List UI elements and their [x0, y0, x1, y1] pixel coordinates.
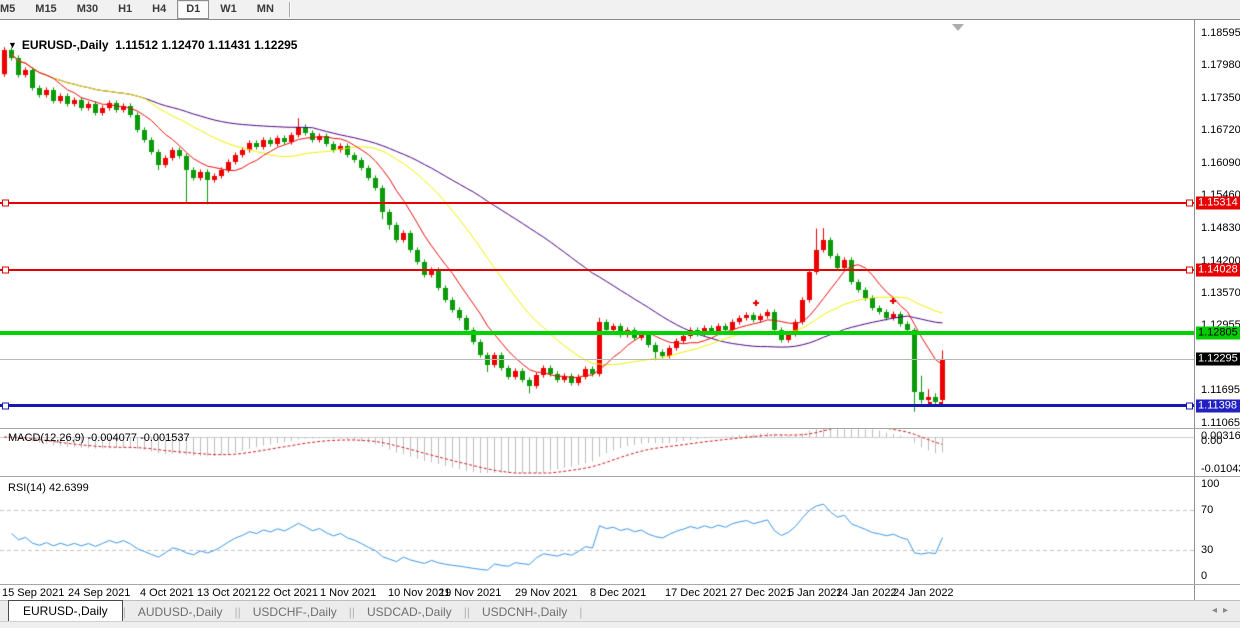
hline-support-green[interactable]: [0, 331, 1194, 335]
tab-separator: |: [579, 605, 582, 622]
price-chart-canvas[interactable]: [0, 20, 1194, 600]
price-axis-label: 1.17980: [1201, 59, 1240, 71]
indicator-axis-label: 70: [1201, 504, 1213, 516]
timeframe-h1-button[interactable]: H1: [109, 0, 141, 19]
date-label: 4 Oct 2021: [140, 587, 194, 599]
symbol-dropdown-icon[interactable]: ▼: [8, 40, 17, 50]
chart-symbol-title: ▼ EURUSD-,Daily 1.11512 1.12470 1.11431 1…: [8, 38, 297, 52]
indicator-axis-label: 100: [1201, 478, 1219, 490]
price-axis-label: 1.16090: [1201, 157, 1240, 169]
tab-usdcaddaily[interactable]: USDCAD-,Daily: [355, 603, 464, 622]
pane-divider-rsi[interactable]: [0, 476, 1240, 477]
symbol-tabs-bar: EURUSD-,Daily|AUDUSD-,Daily||USDCHF-,Dai…: [0, 600, 1240, 622]
timeframe-m30-button[interactable]: M30: [68, 0, 107, 19]
date-label: 5 Jan 2022: [788, 587, 842, 599]
date-axis-divider: [0, 584, 1240, 585]
line-edge-marker[interactable]: [2, 266, 9, 273]
date-label: 15 Sep 2021: [2, 587, 64, 599]
date-label: 13 Oct 2021: [197, 587, 257, 599]
price-axis-label: 1.17350: [1201, 92, 1240, 104]
timeframe-m5-button[interactable]: M5: [0, 0, 24, 19]
tab-audusddaily[interactable]: AUDUSD-,Daily: [126, 603, 235, 622]
macd-indicator-label: MACD(12,26,9) -0.004077 -0.001537: [8, 432, 190, 444]
indicator-axis-label: 0.00: [1201, 435, 1222, 447]
symbol-name: EURUSD-,Daily: [22, 38, 109, 52]
chart-shift-marker-icon[interactable]: [952, 24, 964, 31]
timeframe-h4-button[interactable]: H4: [143, 0, 175, 19]
toolbar-separator: [289, 2, 291, 17]
price-axis-label: 1.11065: [1201, 417, 1240, 429]
price-axis-label: 1.11695: [1201, 384, 1240, 396]
price-axis-separator: [1194, 20, 1195, 600]
date-label: 29 Nov 2021: [515, 587, 577, 599]
price-badge-resistance-upper: 1.15314: [1196, 196, 1240, 209]
date-label: 24 Sep 2021: [68, 587, 130, 599]
hline-support-navy[interactable]: [0, 404, 1194, 407]
pane-divider-macd[interactable]: [0, 428, 1240, 429]
current-price-line: [0, 359, 1194, 360]
tab-usdchfdaily[interactable]: USDCHF-,Daily: [241, 603, 349, 622]
date-label: 24 Jan 2022: [893, 587, 954, 599]
price-badge-resistance-mid: 1.14028: [1196, 263, 1240, 276]
indicator-axis-label: 30: [1201, 544, 1213, 556]
tab-usdcnhdaily[interactable]: USDCNH-,Daily: [470, 603, 579, 622]
tab-eurusddaily[interactable]: EURUSD-,Daily: [8, 600, 123, 622]
price-badge-support-green: 1.12805: [1196, 326, 1240, 339]
date-label: 22 Oct 2021: [258, 587, 318, 599]
line-edge-marker[interactable]: [2, 199, 9, 206]
status-strip: [0, 621, 1240, 628]
line-edge-marker[interactable]: [2, 402, 9, 409]
indicator-axis-label: 0: [1201, 570, 1207, 582]
line-edge-marker[interactable]: [1186, 266, 1193, 273]
hline-resistance-mid[interactable]: [0, 269, 1194, 271]
price-axis-label: 1.16720: [1201, 124, 1240, 136]
price-axis-label: 1.18595: [1201, 27, 1240, 39]
timeframe-mn-button[interactable]: MN: [248, 0, 283, 19]
date-label: 8 Dec 2021: [590, 587, 646, 599]
indicator-axis-label: -0.01043: [1201, 463, 1240, 475]
timeframe-w1-button[interactable]: W1: [211, 0, 246, 19]
timeframe-m15-button[interactable]: M15: [26, 0, 65, 19]
rsi-indicator-label: RSI(14) 42.6399: [8, 482, 89, 494]
price-badge-current-price: 1.12295: [1196, 353, 1240, 366]
timeframe-toolbar: M5M15M30H1H4D1W1MN: [0, 0, 1240, 20]
date-label: 27 Dec 2021: [730, 587, 792, 599]
line-edge-marker[interactable]: [1186, 199, 1193, 206]
date-label: 17 Dec 2021: [665, 587, 727, 599]
hline-resistance-upper[interactable]: [0, 202, 1194, 204]
line-edge-marker[interactable]: [1186, 402, 1193, 409]
date-label: 1 Nov 2021: [320, 587, 376, 599]
date-label: 14 Jan 2022: [836, 587, 897, 599]
date-label: 19 Nov 2021: [439, 587, 501, 599]
terminal-window: M5M15M30H1H4D1W1MN 1.18595 1.17980 1.17350…: [0, 0, 1240, 628]
tab-scroll-arrows[interactable]: ◂▸: [1212, 605, 1234, 616]
price-badge-support-navy: 1.11398: [1196, 399, 1240, 412]
price-axis-label: 1.14830: [1201, 222, 1240, 234]
timeframe-d1-button[interactable]: D1: [177, 0, 209, 19]
price-axis-label: 1.13570: [1201, 287, 1240, 299]
symbol-ohlc-quotes: 1.11512 1.12470 1.11431 1.12295: [115, 38, 297, 52]
